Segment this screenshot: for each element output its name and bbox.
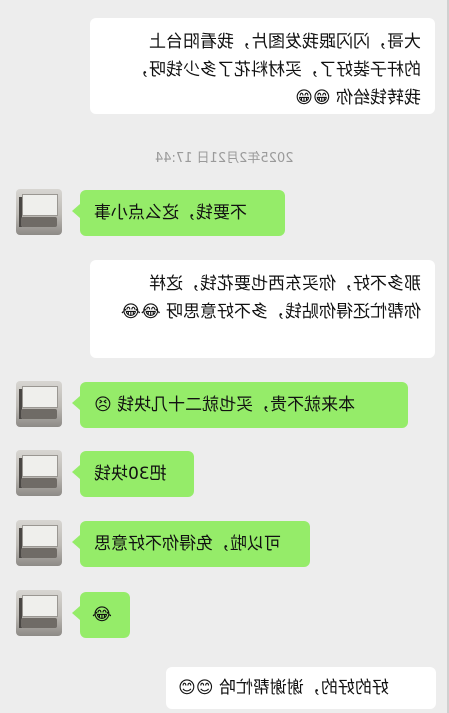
message-text: 好的好的，谢谢帮忙哈 bbox=[218, 678, 389, 698]
emoji-grin: 😁😁 bbox=[295, 88, 331, 108]
emoji-laugh-cry: 😂 bbox=[92, 605, 112, 625]
emoji-frown: 😣 bbox=[94, 395, 112, 415]
message-bubble-outgoing[interactable]: 把30块钱 bbox=[72, 451, 194, 497]
message-bubble-incoming[interactable]: 好的好的，谢谢帮忙哈 😊😊 bbox=[166, 667, 436, 709]
avatar[interactable] bbox=[16, 520, 62, 566]
message-text: 本来就不贵，买也就二十几块钱 bbox=[117, 395, 356, 415]
message-text: 大哥，闪闪跟我发图片，我看阳台上 的杆子装好了，买材料花了多少钱呀， 我转钱给你 bbox=[132, 32, 421, 108]
message-text: 把30块钱 bbox=[94, 464, 167, 484]
avatar[interactable] bbox=[16, 381, 62, 427]
message-bubble-outgoing[interactable]: 不要钱，这么点小事 bbox=[72, 190, 285, 236]
message-text: 可以啦，免得你不好意思 bbox=[94, 534, 281, 554]
message-bubble-outgoing[interactable]: 可以啦，免得你不好意思 bbox=[72, 521, 310, 567]
message-bubble-incoming[interactable]: 那多不好，你买东西也要花钱，这样 你帮忙还得你贴钱，多不好意思呀 😂😂 bbox=[90, 260, 435, 358]
message-text: 不要钱，这么点小事 bbox=[94, 203, 247, 223]
avatar[interactable] bbox=[16, 590, 62, 636]
emoji-laugh-cry: 😂😂 bbox=[120, 302, 161, 322]
message-bubble-outgoing[interactable]: 😂 bbox=[72, 592, 130, 638]
message-bubble-outgoing[interactable]: 本来就不贵，买也就二十几块钱 😣 bbox=[72, 382, 408, 428]
message-bubble-incoming[interactable]: 大哥，闪闪跟我发图片，我看阳台上 的杆子装好了，买材料花了多少钱呀， 我转钱给你… bbox=[90, 18, 435, 114]
emoji-smile: 😊😊 bbox=[178, 678, 214, 698]
chat-timestamp: 2025年2月21日 17:44 bbox=[155, 151, 294, 166]
avatar[interactable] bbox=[16, 450, 62, 496]
avatar[interactable] bbox=[16, 189, 62, 235]
message-text: 那多不好，你买东西也要花钱，这样 你帮忙还得你贴钱，多不好意思呀 bbox=[149, 274, 421, 322]
